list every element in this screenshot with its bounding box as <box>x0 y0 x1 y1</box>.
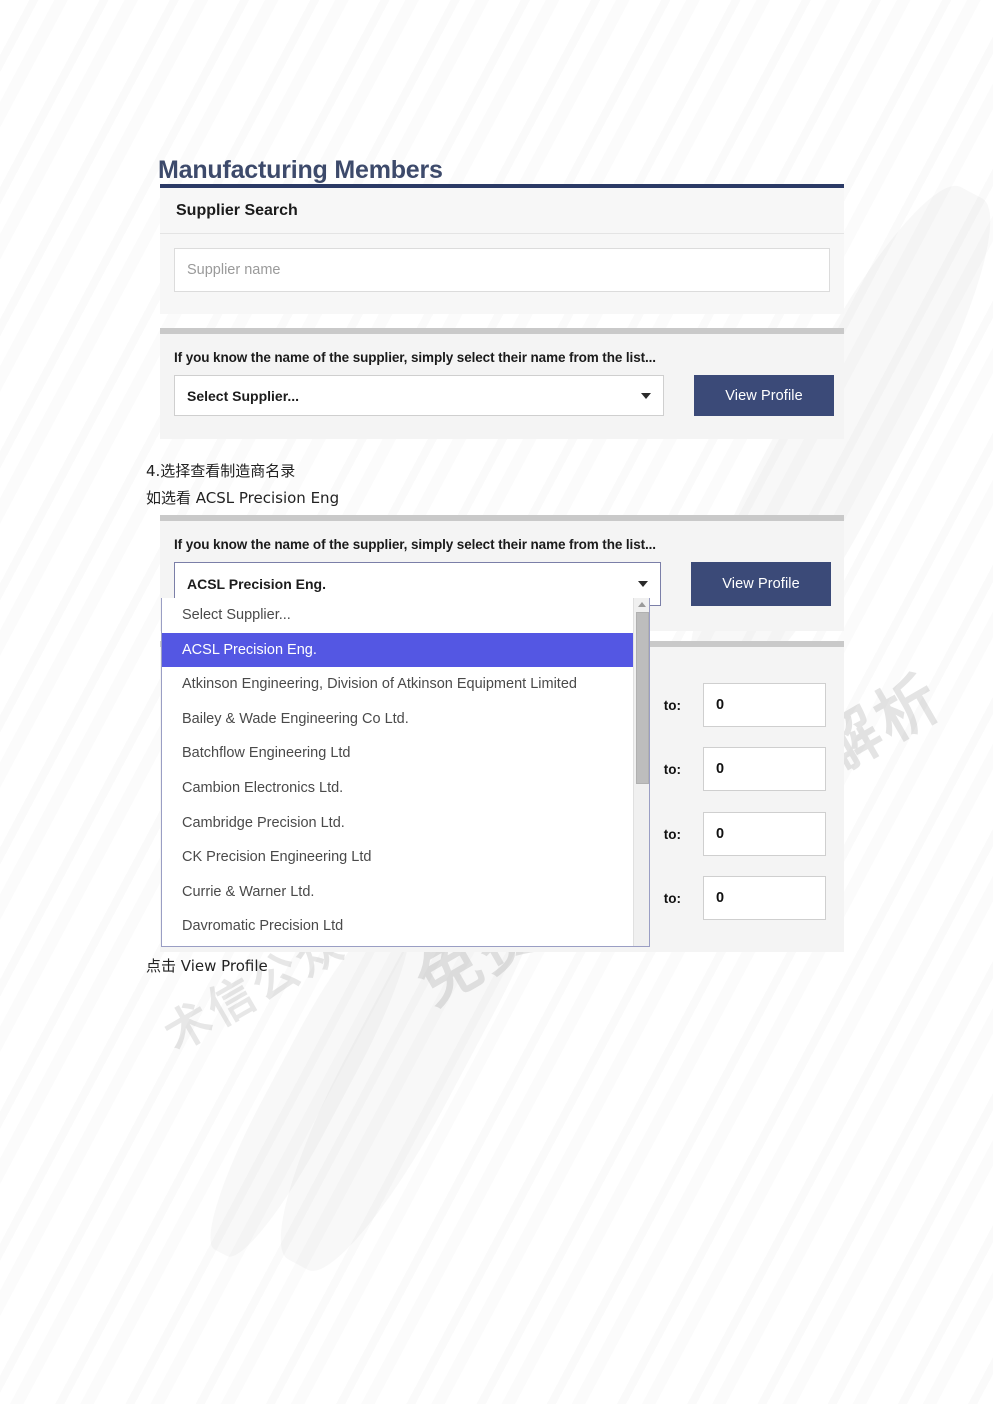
to-label: to: <box>663 761 681 777</box>
numeric-row: to: <box>664 683 826 727</box>
annotation-step-4: 4.选择查看制造商名录 <box>146 462 296 480</box>
select-supplier-label: If you know the name of the supplier, si… <box>174 350 656 365</box>
supplier-select[interactable]: Select Supplier... <box>174 375 664 416</box>
numeric-row: to: <box>664 747 826 791</box>
numeric-input[interactable] <box>703 812 826 856</box>
numeric-input[interactable] <box>703 876 826 920</box>
view-profile-button-open[interactable]: View Profile <box>691 562 831 606</box>
dropdown-option[interactable]: Bailey & Wade Engineering Co Ltd. <box>162 702 649 737</box>
select-supplier-label-open: If you know the name of the supplier, si… <box>174 537 656 552</box>
chevron-down-icon <box>641 392 651 399</box>
supplier-dropdown-list[interactable]: Select Supplier... ACSL Precision Eng. A… <box>161 598 650 947</box>
dropdown-option[interactable]: Davromatic Precision Ltd <box>162 909 649 944</box>
annotation-click-view-profile: 点击 View Profile <box>146 957 268 975</box>
dropdown-option[interactable]: Atkinson Engineering, Division of Atkins… <box>162 667 649 702</box>
dropdown-scrollbar[interactable] <box>633 598 649 946</box>
dropdown-option-selected[interactable]: ACSL Precision Eng. <box>162 632 649 668</box>
dropdown-option[interactable]: Select Supplier... <box>162 598 649 633</box>
dropdown-option[interactable]: Currie & Warner Ltd. <box>162 875 649 910</box>
scroll-up-arrow-icon[interactable] <box>637 602 646 607</box>
chevron-down-icon <box>638 581 648 587</box>
supplier-search-body <box>160 234 844 314</box>
select-supplier-panel-collapsed: If you know the name of the supplier, si… <box>160 328 844 439</box>
dropdown-option[interactable]: Cambion Electronics Ltd. <box>162 771 649 806</box>
select-supplier-row: Select Supplier... View Profile <box>160 365 844 416</box>
supplier-select-value: Select Supplier... <box>187 387 300 404</box>
annotation-example: 如选看 ACSL Precision Eng <box>146 489 340 507</box>
supplier-name-input[interactable] <box>174 248 830 292</box>
numeric-row: to: <box>664 876 826 920</box>
numeric-input[interactable] <box>703 683 826 727</box>
supplier-search-heading: Supplier Search <box>160 188 844 234</box>
dropdown-option[interactable]: Cambridge Precision Ltd. <box>162 806 649 841</box>
numeric-input[interactable] <box>703 747 826 791</box>
dropdown-option[interactable]: Batchflow Engineering Ltd <box>162 736 649 771</box>
scrollbar-thumb[interactable] <box>636 612 649 784</box>
to-label: to: <box>663 697 681 713</box>
page-title: Manufacturing Members <box>158 155 443 184</box>
view-profile-button[interactable]: View Profile <box>694 375 834 416</box>
numeric-row: to: <box>664 812 826 856</box>
supplier-select-open-value: ACSL Precision Eng. <box>187 576 326 592</box>
supplier-search-card: Supplier Search <box>160 184 844 314</box>
page-root: 免费查看完整版解析 术信公众号 Manufacturing Members Su… <box>0 0 993 1404</box>
dropdown-option[interactable]: CK Precision Engineering Ltd <box>162 840 649 875</box>
to-label: to: <box>663 826 681 842</box>
to-label: to: <box>663 890 681 906</box>
